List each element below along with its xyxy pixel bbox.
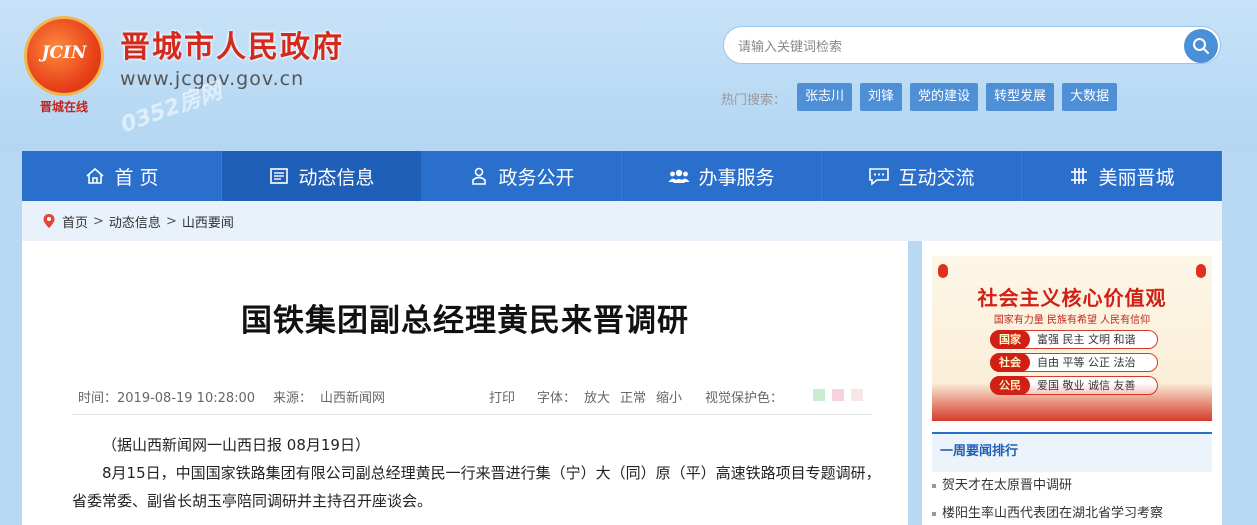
chat-icon [868,165,890,187]
city-skyline [932,383,1212,421]
hot-tag[interactable]: 转型发展 [986,83,1055,111]
nav-item-services[interactable]: 办事服务 [622,151,822,201]
font-size-label: 字体： [537,391,577,406]
header: JCIN 晋城在线 晋城市人民政府 www.jcgov.gov.cn 0352房… [0,0,1257,197]
search-input[interactable] [738,35,1178,57]
article-panel: 国铁集团副总经理黄民来晋调研 时间：2019-08-19 10:28:00 来源… [22,241,908,525]
nav-label: 办事服务 [698,166,775,189]
main-nav: 首 页 动态信息 政务公开 办事服务 互动交流 美丽晋城 [22,151,1222,201]
breadcrumb-home[interactable]: 首页 [62,212,88,231]
grid-icon [1068,165,1090,187]
value-tag: 社会 [990,353,1030,372]
nav-item-news[interactable]: 动态信息 [222,151,422,201]
value-row: 国家 富强 民主 文明 和谐 [990,330,1158,349]
group-icon [668,165,690,187]
list-item[interactable]: 楼阳生率山西代表团在湖北省学习考察 [932,500,1212,525]
nav-label: 互动交流 [898,166,975,189]
site-title[interactable]: 晋城市人民政府 [120,22,344,66]
list-item[interactable]: 贺天才在太原晋中调研 [932,472,1212,500]
article-paragraph: 8月15日，中国国家铁路集团有限公司副总经理黄民一行来晋进行集（宁）大（同）原（… [72,464,881,510]
nav-item-home[interactable]: 首 页 [22,151,222,201]
font-large-link[interactable]: 放大 [584,387,610,406]
value-text: 富强 民主 文明 和谐 [1037,333,1136,346]
hot-tag[interactable]: 党的建设 [910,83,979,111]
article-time: 时间：2019-08-19 10:28:00 [78,391,256,406]
banner-title: 社会主义核心价值观 [977,286,1167,310]
nav-item-government[interactable]: 政务公开 [422,151,622,201]
nav-label: 首 页 [114,166,159,189]
breadcrumb-news[interactable]: 动态信息 [109,212,161,231]
value-tag: 国家 [990,330,1030,349]
breadcrumb: 首页 > 动态信息 > 山西要闻 [22,201,1222,241]
article-title: 国铁集团副总经理黄民来晋调研 [241,303,689,339]
article-meta: 时间：2019-08-19 10:28:00 来源： 山西新闻网 打印 字体： … [72,385,872,415]
nav-item-beautiful-jincheng[interactable]: 美丽晋城 [1022,151,1222,201]
lantern-icon [938,264,948,278]
search-box [723,26,1221,64]
hot-search-label: 热门搜索： [721,93,787,108]
value-text: 自由 平等 公正 法治 [1037,356,1136,369]
vision-color-pink[interactable] [832,389,844,401]
site-url: www.jcgov.gov.cn [120,68,305,90]
source-label: 来源： [273,391,313,406]
nav-label: 美丽晋城 [1098,166,1175,189]
breadcrumb-separator: > [165,213,177,229]
print-link[interactable]: 打印 [489,387,515,406]
logo-caption: 晋城在线 [39,100,88,114]
font-small-link[interactable]: 缩小 [656,387,682,406]
article-paragraph: （据山西新闻网一山西日报 08月19日） [102,436,370,454]
hot-search-tags: 张志川 刘锋 党的建设 转型发展 大数据 [797,83,1118,111]
nav-label: 政务公开 [498,166,575,189]
breadcrumb-shanxi-news[interactable]: 山西要闻 [182,212,234,231]
logo-text: JCIN [41,43,87,63]
nav-label: 动态信息 [298,166,375,189]
nav-item-interaction[interactable]: 互动交流 [822,151,1022,201]
source-name: 山西新闻网 [320,391,386,406]
vision-protect-label: 视觉保护色： [705,391,784,406]
breadcrumb-separator: > [93,213,104,229]
vision-color-green[interactable] [813,389,825,401]
vision-color-light-pink[interactable] [851,389,863,401]
location-pin-icon [43,214,55,228]
person-icon [468,165,490,187]
hot-tag[interactable]: 大数据 [1062,83,1118,111]
hot-tag[interactable]: 刘锋 [860,83,903,111]
weekly-ranking-title: 一周要闻排行 [932,432,1212,472]
font-normal-link[interactable]: 正常 [620,387,646,406]
search-button[interactable] [1184,29,1218,63]
news-icon [268,165,290,187]
banner-subtitle: 国家有力量 民族有希望 人民有信仰 [993,315,1151,326]
value-row: 社会 自由 平等 公正 法治 [990,353,1158,372]
sidebar: 社会主义核心价值观 国家有力量 民族有希望 人民有信仰 国家 富强 民主 文明 … [922,241,1222,525]
site-logo[interactable]: JCIN 晋城在线 [24,16,104,114]
search-icon [1193,38,1209,54]
core-values-banner[interactable]: 社会主义核心价值观 国家有力量 民族有希望 人民有信仰 国家 富强 民主 文明 … [932,256,1212,421]
article-body: （据山西新闻网一山西日报 08月19日） 8月15日，中国国家铁路集团有限公司副… [72,431,882,515]
hot-tag[interactable]: 张志川 [797,83,853,111]
home-icon [84,165,106,187]
lantern-icon [1196,264,1206,278]
weekly-ranking-list: 贺天才在太原晋中调研 楼阳生率山西代表团在湖北省学习考察 [932,472,1212,525]
